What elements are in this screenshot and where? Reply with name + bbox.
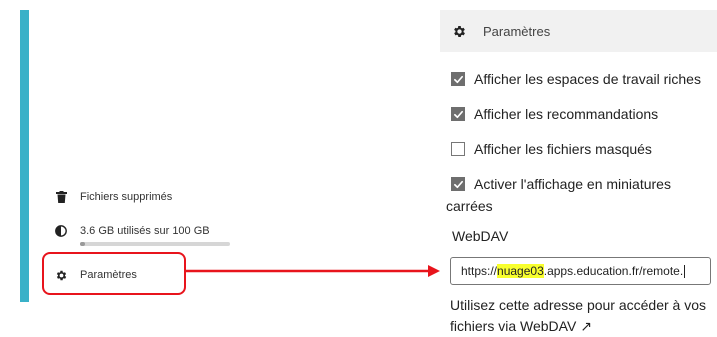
option-label: Afficher les fichiers masqués bbox=[474, 141, 652, 157]
nav-item-label: Fichiers supprimés bbox=[80, 191, 173, 203]
trash-icon bbox=[54, 190, 68, 204]
pie-chart-icon bbox=[54, 224, 68, 238]
quota-label: 3.6 GB utilisés sur 100 GB bbox=[80, 225, 210, 237]
webdav-help-link[interactable]: Utilisez cette adresse pour accéder à vo… bbox=[450, 295, 717, 337]
url-highlight: nuage03 bbox=[497, 264, 544, 278]
url-rest: .apps.education.fr/remote. bbox=[543, 264, 684, 278]
option-label: Activer l'affichage en miniatures bbox=[474, 176, 671, 192]
option-hidden-files[interactable]: Afficher les fichiers masqués bbox=[451, 141, 652, 157]
option-label: Afficher les recommandations bbox=[474, 106, 659, 122]
option-label-continuation: carrées bbox=[446, 198, 493, 214]
option-recommendations[interactable]: Afficher les recommandations bbox=[451, 106, 658, 122]
quota-progress-bar bbox=[80, 242, 230, 246]
checkbox-rich-workspaces[interactable] bbox=[451, 72, 465, 86]
checkbox-hidden-files[interactable] bbox=[451, 142, 465, 156]
app-navigation-accent-bar bbox=[20, 10, 29, 302]
quota-progress-fill bbox=[80, 242, 86, 246]
url-prefix: https:// bbox=[461, 264, 498, 278]
webdav-label: WebDAV bbox=[452, 228, 509, 244]
nav-item-deleted-files[interactable]: Fichiers supprimés bbox=[54, 190, 172, 204]
gear-icon bbox=[452, 24, 467, 39]
checkbox-square-thumbnails[interactable] bbox=[451, 177, 465, 191]
text-caret bbox=[684, 264, 686, 278]
settings-panel-header[interactable]: Paramètres bbox=[440, 10, 717, 52]
annotation-highlight-box bbox=[42, 252, 186, 295]
webdav-url-input[interactable]: https://nuage03 .apps.education.fr/remote… bbox=[450, 257, 711, 285]
option-square-thumbnails[interactable]: Activer l'affichage en miniatures bbox=[451, 176, 671, 192]
nav-item-quota: 3.6 GB utilisés sur 100 GB bbox=[54, 224, 210, 238]
settings-panel-title: Paramètres bbox=[483, 23, 551, 39]
option-label: Afficher les espaces de travail riches bbox=[474, 71, 701, 87]
checkbox-recommendations[interactable] bbox=[451, 107, 465, 121]
option-rich-workspaces[interactable]: Afficher les espaces de travail riches bbox=[451, 71, 701, 87]
